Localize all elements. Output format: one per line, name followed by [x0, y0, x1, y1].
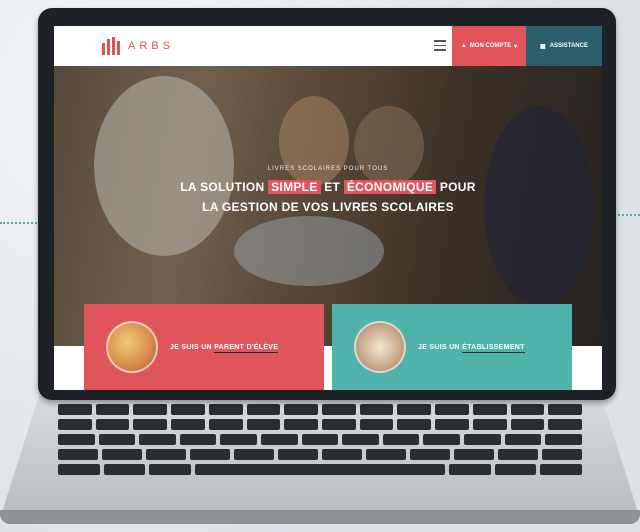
parent-card-button[interactable]: JE SUIS UN PARENT D'ÉLÈVE — [84, 304, 324, 390]
site-logo[interactable]: ARBS — [102, 37, 174, 55]
account-label: MON COMPTE — [469, 43, 512, 49]
logo-text: ARBS — [128, 40, 174, 52]
hero-subtitle: LIVRES SCOLAIRES POUR TOUS — [267, 166, 389, 172]
hero-highlight-economique: ÉCONOMIQUE — [343, 180, 437, 194]
user-icon: ▲ — [460, 43, 467, 49]
hero-title-part: POUR — [439, 180, 476, 194]
decorative-dots-left — [0, 222, 40, 224]
hero-title-line1: LA SOLUTION SIMPLE ET ÉCONOMIQUE POUR — [54, 180, 602, 194]
hero-title-line2: LA GESTION DE VOS LIVRES SCOLAIRES — [202, 200, 454, 214]
assistance-button[interactable]: ▩ ASSISTANCE — [526, 26, 602, 66]
parent-photo — [106, 321, 158, 373]
school-photo — [354, 321, 406, 373]
menu-icon[interactable] — [434, 40, 446, 51]
parent-prefix: JE SUIS UN — [170, 343, 212, 351]
laptop-lid: ARBS ▲ MON COMPTE ▾ ▩ ASSISTANCE LIVRES … — [38, 8, 616, 400]
hero-highlight-simple: SIMPLE — [268, 180, 321, 194]
site-header: ARBS ▲ MON COMPTE ▾ ▩ ASSISTANCE — [54, 26, 602, 66]
hero-title-part: ET — [324, 180, 341, 194]
school-card-label: JE SUIS UN ÉTABLISSEMENT — [418, 343, 525, 353]
logo-mark — [102, 37, 120, 55]
assistance-label: ASSISTANCE — [549, 43, 588, 49]
school-prefix: JE SUIS UN — [418, 343, 460, 351]
account-button[interactable]: ▲ MON COMPTE ▾ — [452, 26, 526, 66]
hero-title-part: LA SOLUTION — [180, 180, 265, 194]
chevron-down-icon: ▾ — [514, 43, 518, 50]
laptop-front-edge — [0, 510, 640, 524]
laptop-keyboard — [58, 404, 583, 490]
laptop-screen: ARBS ▲ MON COMPTE ▾ ▩ ASSISTANCE LIVRES … — [54, 26, 602, 390]
school-emphasis: ÉTABLISSEMENT — [462, 343, 525, 353]
chat-icon: ▩ — [540, 43, 546, 50]
parent-emphasis: PARENT D'ÉLÈVE — [214, 343, 279, 353]
school-card-button[interactable]: JE SUIS UN ÉTABLISSEMENT — [332, 304, 572, 390]
parent-card-label: JE SUIS UN PARENT D'ÉLÈVE — [170, 343, 279, 353]
